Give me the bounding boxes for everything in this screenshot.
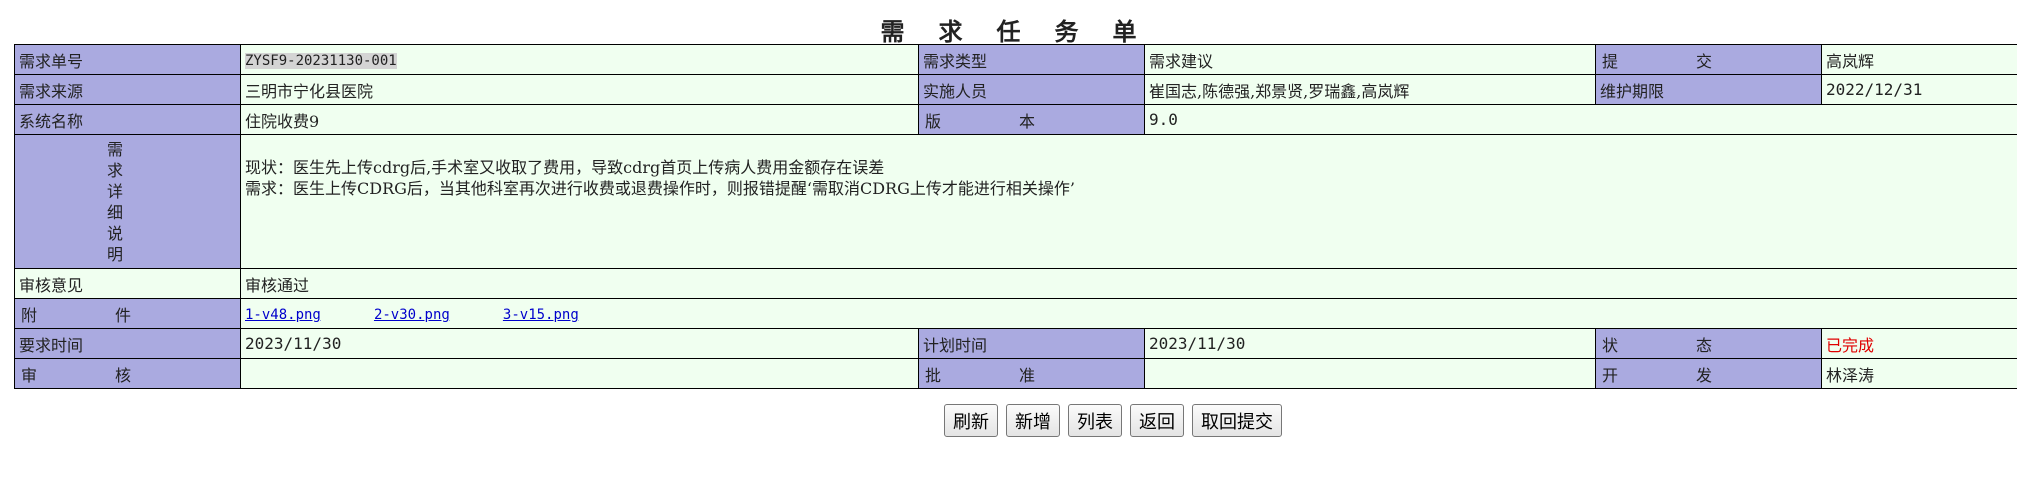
label-req-type: 需求类型 bbox=[918, 44, 1145, 75]
label-char: 准 bbox=[1018, 365, 1035, 385]
label-system-name: 系统名称 bbox=[14, 104, 241, 135]
detail-line-requirement: 需求：医生上传CDRG后，当其他科室再次进行收费或退费操作时，则报错提醒‘需取消… bbox=[245, 179, 1075, 198]
attachments-value: 1-v48.png 2-v30.png 3-v15.png bbox=[240, 298, 2017, 329]
table-row: 附件 1-v48.png 2-v30.png 3-v15.png bbox=[14, 298, 2017, 329]
system-name-value: 住院收费9 bbox=[240, 104, 919, 135]
title-char: 需 bbox=[880, 17, 905, 46]
table-row: 要求时间 2023/11/30 计划时间 2023/11/30 状态 已完成 bbox=[14, 328, 2017, 359]
label-req-no: 需求单号 bbox=[14, 44, 241, 75]
label-char: 细 bbox=[106, 203, 123, 222]
table-row: 需求来源 三明市宁化县医院 实施人员 崔国志,陈德强,郑景贤,罗瑞鑫,高岚辉 维… bbox=[14, 74, 2017, 105]
version-value: 9.0 bbox=[1144, 104, 2017, 135]
label-char: 批 bbox=[925, 365, 942, 385]
label-char: 交 bbox=[1695, 51, 1712, 71]
label-char: 核 bbox=[114, 365, 131, 385]
table-row: 审核意见 审核通过 bbox=[14, 268, 2017, 299]
label-attachments: 附件 bbox=[14, 298, 241, 329]
label-maintenance-period: 维护期限 bbox=[1595, 74, 1822, 105]
label-version: 版本 bbox=[918, 104, 1145, 135]
detail-line-current: 现状：医生先上传cdrg后,手术室又收取了费用，导致cdrg首页上传病人费用金额… bbox=[245, 158, 885, 177]
table-row: 需 求 详 细 说 明 现状：医生先上传cdrg后,手术室又收取了费用，导致cd… bbox=[14, 134, 2017, 269]
title-char: 务 bbox=[1054, 17, 1079, 46]
label-review-opinion: 审核意见 bbox=[14, 268, 241, 299]
action-buttons: 刷新 新增 列表 返回 取回提交 bbox=[944, 404, 1282, 437]
label-char: 状 bbox=[1602, 335, 1619, 355]
review-opinion-value: 审核通过 bbox=[240, 268, 2017, 299]
developer-value: 林泽涛 bbox=[1821, 358, 2017, 389]
implementers-value: 崔国志,陈德强,郑景贤,罗瑞鑫,高岚辉 bbox=[1144, 74, 1596, 105]
label-implementers: 实施人员 bbox=[918, 74, 1145, 105]
label-submitter: 提交 bbox=[1595, 44, 1822, 75]
req-no-cell: ZYSF9-20231130-001 bbox=[240, 44, 919, 75]
label-planned-time: 计划时间 bbox=[918, 328, 1145, 359]
req-detail-value: 现状：医生先上传cdrg后,手术室又收取了费用，导致cdrg首页上传病人费用金额… bbox=[240, 134, 2017, 269]
label-char: 明 bbox=[106, 245, 123, 264]
title-char: 任 bbox=[996, 17, 1021, 46]
maintenance-period-value: 2022/12/31 bbox=[1821, 74, 2017, 105]
back-button[interactable]: 返回 bbox=[1130, 404, 1184, 437]
title-char: 求 bbox=[938, 17, 963, 46]
label-char: 态 bbox=[1695, 335, 1712, 355]
label-char: 审 bbox=[21, 365, 38, 385]
label-char: 版 bbox=[925, 111, 942, 131]
label-char: 件 bbox=[114, 305, 131, 325]
submitter-value: 高岚辉 bbox=[1821, 44, 2017, 75]
list-button[interactable]: 列表 bbox=[1068, 404, 1122, 437]
label-char: 附 bbox=[21, 305, 38, 325]
label-char: 开 bbox=[1602, 365, 1619, 385]
label-approve: 批准 bbox=[918, 358, 1145, 389]
label-char: 需 bbox=[106, 140, 123, 159]
refresh-button[interactable]: 刷新 bbox=[944, 404, 998, 437]
table-row: 需求单号 ZYSF9-20231130-001 需求类型 需求建议 提交 高岚辉 bbox=[14, 44, 2017, 75]
page-title: 需求任务单 bbox=[0, 12, 2017, 47]
attachment-link[interactable]: 3-v15.png bbox=[503, 307, 579, 323]
label-char: 提 bbox=[1602, 51, 1619, 71]
attachment-link[interactable]: 2-v30.png bbox=[374, 307, 450, 323]
label-status: 状态 bbox=[1595, 328, 1822, 359]
req-source-value: 三明市宁化县医院 bbox=[240, 74, 919, 105]
review-value bbox=[240, 358, 919, 389]
label-char: 本 bbox=[1018, 111, 1035, 131]
label-char: 发 bbox=[1695, 365, 1712, 385]
label-developer: 开发 bbox=[1595, 358, 1822, 389]
label-char: 求 bbox=[106, 161, 123, 180]
withdraw-submit-button[interactable]: 取回提交 bbox=[1192, 404, 1282, 437]
requirement-form-table: 需求单号 ZYSF9-20231130-001 需求类型 需求建议 提交 高岚辉… bbox=[14, 44, 2017, 389]
req-type-value: 需求建议 bbox=[1144, 44, 1596, 75]
add-button[interactable]: 新增 bbox=[1006, 404, 1060, 437]
status-value: 已完成 bbox=[1821, 328, 2017, 359]
label-review: 审核 bbox=[14, 358, 241, 389]
label-char: 详 bbox=[106, 182, 123, 201]
label-req-detail: 需 求 详 细 说 明 bbox=[14, 134, 241, 269]
table-row: 系统名称 住院收费9 版本 9.0 bbox=[14, 104, 2017, 135]
label-required-time: 要求时间 bbox=[14, 328, 241, 359]
title-char: 单 bbox=[1112, 17, 1137, 46]
required-time-value: 2023/11/30 bbox=[240, 328, 919, 359]
approve-value bbox=[1144, 358, 1596, 389]
label-char: 说 bbox=[106, 224, 123, 243]
req-no-value: ZYSF9-20231130-001 bbox=[245, 53, 397, 69]
table-row: 审核 批准 开发 林泽涛 bbox=[14, 358, 2017, 389]
label-req-source: 需求来源 bbox=[14, 74, 241, 105]
planned-time-value: 2023/11/30 bbox=[1144, 328, 1596, 359]
attachment-link[interactable]: 1-v48.png bbox=[245, 307, 321, 323]
